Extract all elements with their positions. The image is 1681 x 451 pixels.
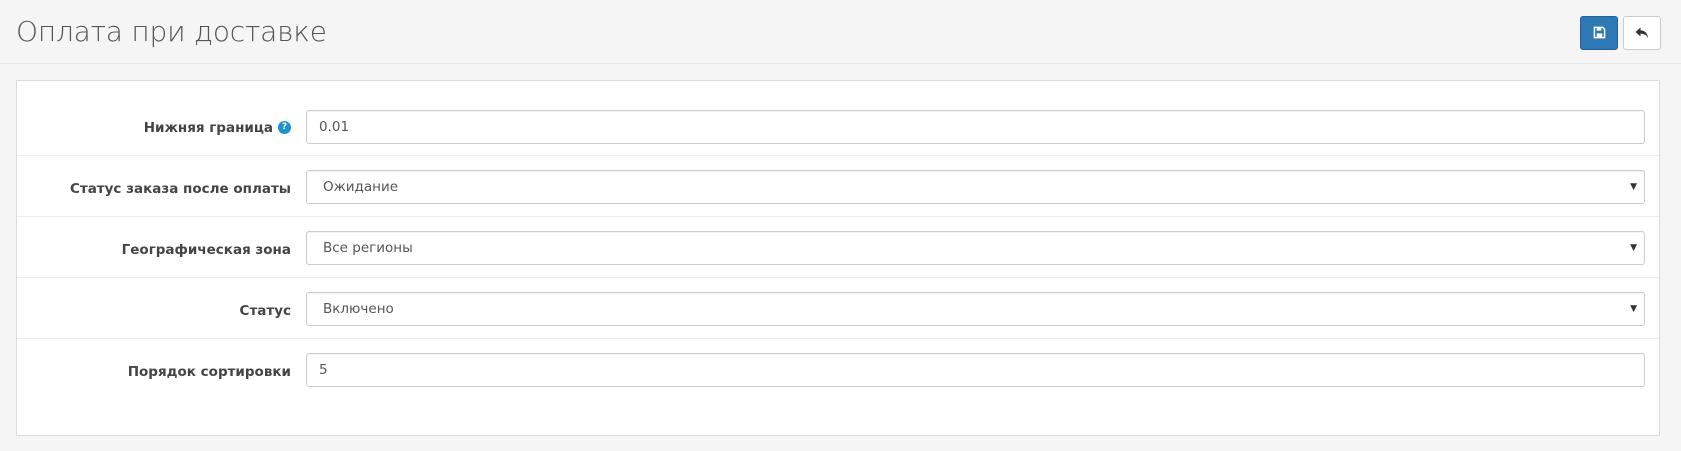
order-status-label: Статус заказа после оплаты xyxy=(69,180,291,197)
caret-down-icon: ▼ xyxy=(1630,182,1637,192)
page-title: Оплата при доставке xyxy=(16,15,327,48)
min-total-value: 0.01 xyxy=(319,119,350,135)
status-select[interactable]: Включено ▼ xyxy=(306,292,1645,326)
floppy-disk-icon xyxy=(1593,24,1606,43)
geo-zone-value: Все регионы xyxy=(323,240,413,256)
sort-order-value: 5 xyxy=(319,362,328,378)
sort-order-input[interactable]: 5 xyxy=(306,353,1645,387)
order-status-value: Ожидание xyxy=(323,179,399,195)
reply-arrow-icon xyxy=(1635,24,1649,43)
min-total-input[interactable]: 0.01 xyxy=(306,110,1645,144)
min-total-label-text: Нижняя граница xyxy=(143,119,273,136)
geo-zone-select[interactable]: Все регионы ▼ xyxy=(306,231,1645,265)
form-row-status: Статус Включено ▼ xyxy=(17,277,1659,342)
order-status-select[interactable]: Ожидание ▼ xyxy=(306,170,1645,204)
status-label: Статус xyxy=(239,302,291,319)
save-button[interactable] xyxy=(1580,16,1618,50)
form-row-min-total: Нижняя граница ? 0.01 xyxy=(17,95,1659,160)
form-row-order-status: Статус заказа после оплаты Ожидание ▼ xyxy=(17,155,1659,220)
back-button[interactable] xyxy=(1623,16,1661,50)
min-total-label: Нижняя граница ? xyxy=(144,95,291,160)
settings-panel: Нижняя граница ? 0.01 Статус заказа посл… xyxy=(16,80,1660,436)
status-value: Включено xyxy=(323,301,394,317)
sort-order-label: Порядок сортировки xyxy=(127,363,291,380)
header-buttons xyxy=(1580,16,1661,50)
page-header: Оплата при доставке xyxy=(0,0,1681,64)
geo-zone-label: Географическая зона xyxy=(121,241,291,258)
form-row-geo-zone: Географическая зона Все регионы ▼ xyxy=(17,216,1659,281)
question-circle-icon[interactable]: ? xyxy=(278,121,291,134)
form-row-sort-order: Порядок сортировки 5 xyxy=(17,338,1659,403)
caret-down-icon: ▼ xyxy=(1630,243,1637,253)
caret-down-icon: ▼ xyxy=(1630,304,1637,314)
